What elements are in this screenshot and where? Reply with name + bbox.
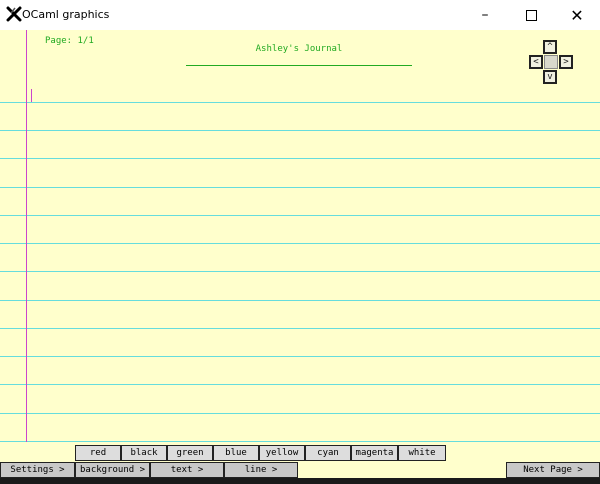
rule-line [0,271,600,272]
down-arrow-icon: v [547,71,553,82]
rule-line [0,187,600,188]
rule-line [0,215,600,216]
rule-line [0,441,600,442]
rule-line [0,130,600,131]
color-red-button[interactable]: red [75,445,121,461]
dpad-center [544,55,558,69]
rule-line [0,300,600,301]
minimize-icon: – [481,7,489,23]
close-icon: ✕ [570,5,584,25]
rule-line [0,328,600,329]
dpad-left-button[interactable]: < [529,55,543,69]
line-menu-button[interactable]: line > [224,462,298,478]
dpad-right-button[interactable]: > [559,55,573,69]
color-white-button[interactable]: white [398,445,446,461]
color-green-button[interactable]: green [167,445,213,461]
journal-canvas[interactable]: Page: 1/1 Ashley's Journal ^ < > v red b… [0,30,600,484]
dpad-up-button[interactable]: ^ [543,40,557,54]
page-indicator: Page: 1/1 [45,36,94,46]
color-blue-button[interactable]: blue [213,445,259,461]
color-yellow-button[interactable]: yellow [259,445,305,461]
title-underline [186,65,412,66]
margin-line [26,30,27,442]
bottom-strip [0,478,600,484]
up-arrow-icon: ^ [547,41,553,52]
right-arrow-icon: > [563,56,569,67]
color-magenta-button[interactable]: magenta [351,445,398,461]
color-cyan-button[interactable]: cyan [305,445,351,461]
settings-menu-button[interactable]: Settings > [0,462,75,478]
close-button[interactable]: ✕ [554,0,600,30]
maximize-icon [525,9,537,21]
journal-title: Ashley's Journal [255,44,343,54]
background-menu-button[interactable]: background > [75,462,150,478]
left-arrow-icon: < [533,56,539,67]
ocaml-x-icon [6,6,22,22]
text-cursor [31,89,32,102]
minimize-button[interactable]: – [462,0,508,30]
maximize-button[interactable] [508,0,554,30]
rule-line [0,102,600,103]
rule-line [0,413,600,414]
dpad-down-button[interactable]: v [543,70,557,84]
text-menu-button[interactable]: text > [150,462,224,478]
menu-bar-gap [298,462,506,478]
rule-line [0,243,600,244]
color-black-button[interactable]: black [121,445,167,461]
window-titlebar: OCaml graphics – ✕ [0,0,600,30]
rule-line [0,384,600,385]
window-title: OCaml graphics [22,8,110,21]
rule-line [0,158,600,159]
next-page-button[interactable]: Next Page > [506,462,600,478]
rule-line [0,356,600,357]
